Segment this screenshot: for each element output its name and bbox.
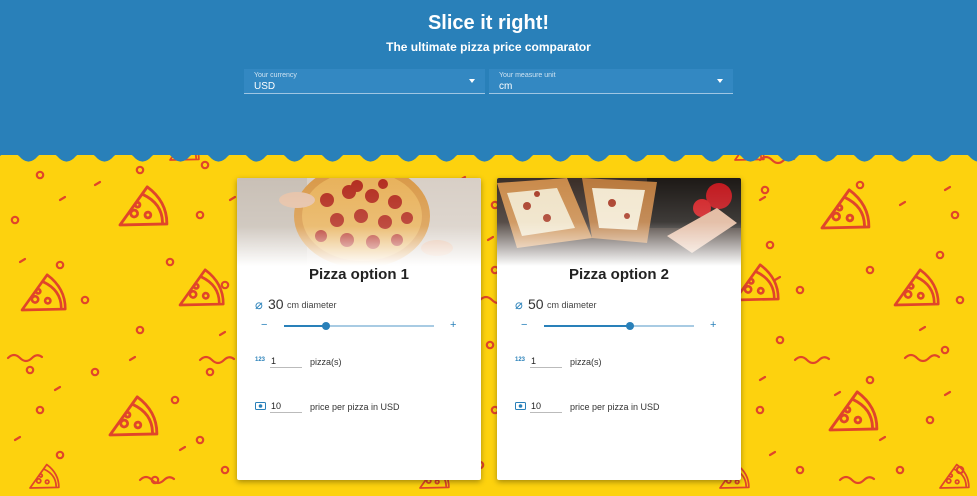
money-icon bbox=[515, 402, 526, 410]
numbers-icon: 123 bbox=[255, 357, 266, 363]
page-title: Slice it right! bbox=[427, 12, 550, 34]
header-wave-edge bbox=[0, 148, 977, 162]
header: Slice it right! The ultimate pizza price… bbox=[0, 0, 977, 155]
diameter-increase-button[interactable]: + bbox=[450, 319, 456, 331]
diameter-increase-button[interactable]: + bbox=[710, 319, 716, 331]
price-label: price per pizza in USD bbox=[570, 402, 660, 412]
unit-select[interactable]: Your measure unit cm bbox=[489, 69, 733, 94]
pizza-card-1: Pizza option 1 ⌀ 30 cm diameter − + 123 … bbox=[237, 178, 481, 480]
pizza-slices-photo bbox=[497, 178, 741, 266]
diameter-decrease-button[interactable]: − bbox=[521, 319, 527, 331]
quantity-label: pizza(s) bbox=[310, 357, 342, 367]
currency-select[interactable]: Your currency USD bbox=[244, 69, 485, 94]
diameter-slider[interactable] bbox=[284, 322, 434, 330]
diameter-unit-label: cm diameter bbox=[287, 300, 337, 310]
diameter-decrease-button[interactable]: − bbox=[261, 319, 267, 331]
diameter-unit-label: cm diameter bbox=[547, 300, 597, 310]
quantity-label: pizza(s) bbox=[570, 357, 602, 367]
unit-select-value: cm bbox=[499, 81, 513, 92]
slider-thumb[interactable] bbox=[322, 322, 330, 330]
price-input[interactable] bbox=[530, 399, 562, 413]
price-input[interactable] bbox=[270, 399, 302, 413]
diameter-icon: ⌀ bbox=[515, 297, 523, 312]
pizza-option-title: Pizza option 1 bbox=[308, 266, 409, 283]
diameter-icon: ⌀ bbox=[255, 297, 263, 312]
money-icon bbox=[255, 402, 266, 410]
page-subtitle: The ultimate pizza price comparator bbox=[386, 40, 591, 54]
quantity-input[interactable] bbox=[270, 354, 302, 368]
pepperoni-pizza-photo bbox=[237, 178, 481, 266]
numbers-icon: 123 bbox=[515, 357, 526, 363]
diameter-slider[interactable] bbox=[544, 322, 694, 330]
slider-thumb[interactable] bbox=[625, 322, 634, 330]
slider-fill bbox=[284, 325, 326, 327]
price-label: price per pizza in USD bbox=[310, 402, 400, 412]
currency-select-label: Your currency bbox=[254, 72, 297, 79]
unit-select-label: Your measure unit bbox=[499, 72, 556, 79]
chevron-down-icon bbox=[717, 79, 723, 83]
diameter-value: 30 bbox=[268, 296, 284, 312]
chevron-down-icon bbox=[469, 79, 475, 83]
pizza-card-2: Pizza option 2 ⌀ 50 cm diameter − + 123 … bbox=[497, 178, 741, 480]
slider-fill bbox=[544, 325, 630, 327]
currency-select-value: USD bbox=[254, 81, 276, 92]
pizza-option-title: Pizza option 2 bbox=[568, 266, 669, 283]
quantity-input[interactable] bbox=[530, 354, 562, 368]
diameter-value: 50 bbox=[528, 296, 544, 312]
